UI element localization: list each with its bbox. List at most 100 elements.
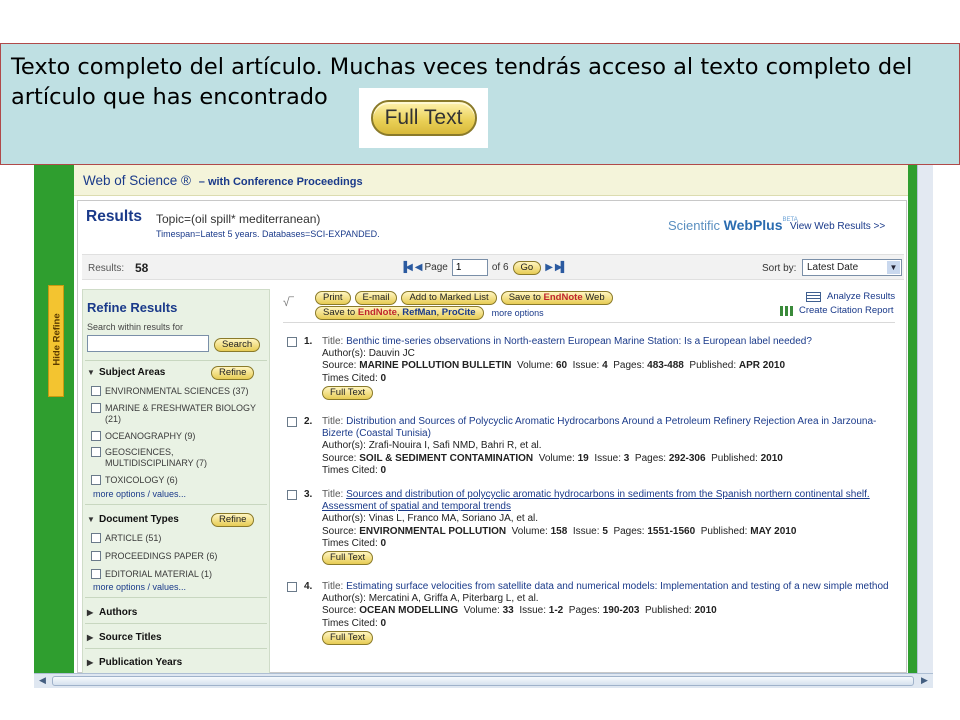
record-authors: Vinas L, Franco MA, Soriano JA, et al. [368,513,539,525]
bar-chart-icon [780,305,794,316]
record-title-link[interactable]: Distribution and Sources of Polycyclic A… [322,416,876,439]
authors-header[interactable]: ▶ Authors [87,607,137,618]
browser-window: Web of Science ® – with Conference Proce… [34,165,933,688]
first-page-icon[interactable]: ▐◀ [400,262,413,273]
document-types-header[interactable]: ▼ Document Types [87,514,179,525]
doctype-option[interactable]: ARTICLE (51) [91,533,261,544]
subject-option[interactable]: TOXICOLOGY (6) [91,475,261,486]
times-cited: 0 [380,537,387,549]
refine-subject-button[interactable]: Refine [211,366,255,380]
record-checkbox[interactable] [287,337,297,347]
scroll-left-icon[interactable]: ◀ [39,675,46,686]
sort-by-label: Sort by: [762,263,797,274]
source-titles-header[interactable]: ▶ Source Titles [87,632,162,643]
subject-option[interactable]: OCEANOGRAPHY (9) [91,431,261,442]
record-authors: Zrafi-Nouira I, Safi NMD, Bahri R, et al… [368,440,542,452]
doctype-option[interactable]: EDITORIAL MATERIAL (1) [91,569,261,580]
record-source: MARINE POLLUTION BULLETIN [359,360,512,372]
record-number: 4. [304,581,313,592]
results-panel: Results Topic=(oil spill* mediterranean)… [77,200,907,674]
query-timespan: Timespan=Latest 5 years. Databases=SCI-E… [156,229,380,239]
checkbox[interactable] [91,475,101,485]
refine-results-title: Refine Results [87,300,178,315]
triangle-right-icon: ▶ [87,608,94,617]
logo-part-a: Scientific [668,218,721,233]
record-checkbox[interactable] [287,417,297,427]
email-button[interactable]: E-mail [354,291,398,305]
record-checkbox[interactable] [287,490,297,500]
record-title-link[interactable]: Estimating surface velocities from satel… [346,581,889,592]
results-count: 58 [135,261,149,275]
save-to-endnote-web-button[interactable]: Save to EndNote Web [500,291,613,305]
checkbox[interactable] [91,403,101,413]
wos-subtitle: – with Conference Proceedings [198,176,363,188]
full-text-button[interactable]: Full Text [322,630,374,645]
publication-years-header[interactable]: ▶ Publication Years [87,657,182,668]
checkbox[interactable] [91,533,101,543]
records-toolbar: √‾ Print E-mail Add to Marked List Save … [283,289,895,323]
full-text-button-label: Full Text [370,100,477,136]
checkbox[interactable] [91,551,101,561]
checkbox[interactable] [91,569,101,579]
full-text-button[interactable]: Full Text [322,385,374,400]
scroll-right-icon[interactable]: ▶ [921,675,928,686]
more-options-link[interactable]: more options [492,308,544,318]
triangle-down-icon: ▼ [87,515,95,524]
record-checkbox[interactable] [287,582,297,592]
triangle-right-icon: ▶ [87,633,94,642]
doctype-option[interactable]: PROCEEDINGS PAPER (6) [91,551,261,562]
page-of-label: of 6 [491,262,509,273]
hide-refine-label: Hide Refine [51,313,63,366]
prev-page-icon[interactable]: ◀ [415,262,423,273]
divider [85,623,267,624]
checkbox[interactable] [91,386,101,396]
add-marked-list-button[interactable]: Add to Marked List [401,291,497,305]
times-cited: 0 [380,372,387,384]
wos-brand[interactable]: Web of Science ® [83,173,191,188]
analyze-results-link[interactable]: Analyze Results [806,291,895,302]
next-page-icon[interactable]: ▶ [545,262,553,273]
record-title-link[interactable]: Benthic time-series observations in Nort… [346,336,812,347]
checkbox[interactable] [91,447,101,457]
subject-option[interactable]: ENVIRONMENTAL SCIENCES (37) [91,386,261,397]
times-cited: 0 [380,464,387,476]
hide-refine-tab[interactable]: Hide Refine [48,285,64,397]
horizontal-scrollbar[interactable]: ◀ ▶ [34,673,933,688]
subject-more-options-link[interactable]: more options / values... [93,489,186,499]
record-title-link[interactable]: Sources and distribution of polycyclic a… [322,489,870,512]
last-page-icon[interactable]: ▶▌ [555,262,568,273]
record-number: 3. [304,489,313,500]
select-all-checkmark-icon[interactable]: √‾ [283,295,294,309]
go-button[interactable]: Go [512,260,542,275]
sort-by-select[interactable]: Latest Date ▼ [802,259,902,276]
refine-doctype-button[interactable]: Refine [211,513,255,527]
subject-option[interactable]: MARINE & FRESHWATER BIOLOGY (21) [91,403,261,425]
citation-report-link[interactable]: Create Citation Report [780,305,894,316]
query-topic: Topic=(oil spill* mediterranean) [156,212,321,226]
page-border-left [34,165,74,675]
subject-areas-header[interactable]: ▼ Subject Areas [87,367,165,378]
wos-page: Web of Science ® – with Conference Proce… [48,165,908,674]
record-authors: Dauvin JC [368,348,415,360]
doctype-more-options-link[interactable]: more options / values... [93,582,186,592]
view-web-results-link[interactable]: View Web Results >> [790,221,885,232]
list-icon [806,291,821,302]
page-number-input[interactable] [451,259,488,276]
chevron-down-icon: ▼ [887,261,900,274]
scrollbar-thumb[interactable] [52,676,914,686]
results-title: Results [86,208,142,225]
scientific-webplus-logo[interactable]: Scientific WebPlusBETA [668,217,798,233]
record-authors: Mercatini A, Griffa A, Piterbarg L, et a… [368,593,539,605]
results-nav-bar: Results: 58 ▐◀ ◀ Page of 6 Go ▶ ▶▌ Sort … [82,254,904,280]
save-to-endnote-refman-procite-button[interactable]: Save to EndNote, RefMan, ProCite [315,306,484,320]
vertical-scrollbar[interactable] [917,165,933,675]
sort-by-value: Latest Date [807,262,859,273]
search-within-input[interactable] [87,335,209,352]
subject-option[interactable]: GEOSCIENCES, MULTIDISCIPLINARY (7) [91,447,261,469]
slide: Texto completo del artículo. Muchas vece… [0,0,960,720]
divider [85,597,267,598]
print-button[interactable]: Print [315,291,351,305]
checkbox[interactable] [91,431,101,441]
search-within-button[interactable]: Search [214,338,261,352]
full-text-button[interactable]: Full Text [322,551,374,566]
